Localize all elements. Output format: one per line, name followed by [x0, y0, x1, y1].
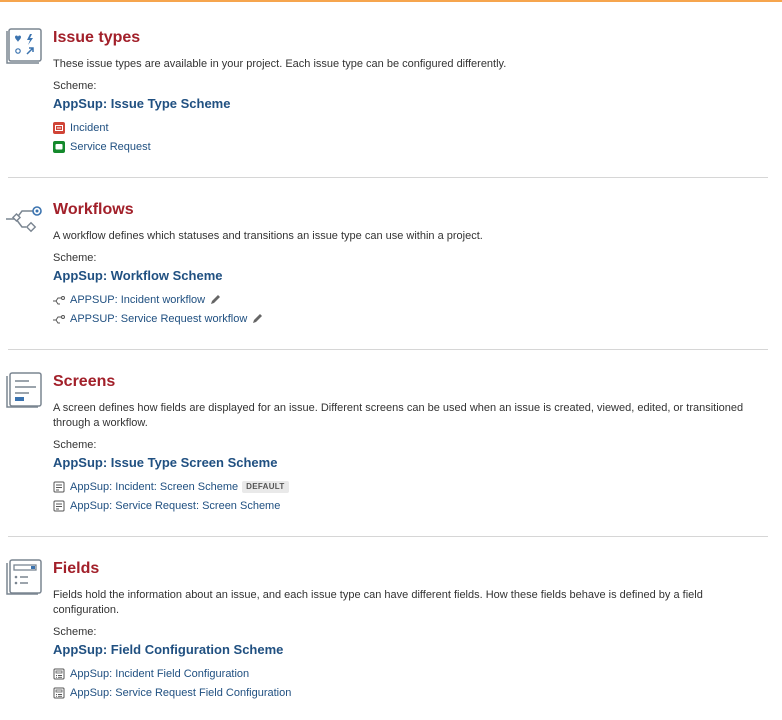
fields-icon — [4, 557, 44, 597]
field-configuration-small-icon — [53, 687, 65, 699]
screen-scheme-label[interactable]: AppSup: Incident: Screen Scheme — [70, 481, 238, 493]
workflow-icon — [4, 198, 44, 238]
field-configuration-item[interactable]: AppSup: Incident Field Configuration — [53, 664, 770, 683]
fields-description: Fields hold the information about an iss… — [53, 589, 703, 616]
issue-type-item-service-request[interactable]: Service Request — [53, 137, 770, 156]
default-badge: DEFAULT — [242, 480, 289, 493]
workflow-small-icon — [53, 294, 65, 306]
fields-title[interactable]: Fields — [53, 559, 770, 579]
screen-scheme-item[interactable]: AppSup: Service Request: Screen Scheme — [53, 496, 770, 515]
screen-small-icon — [53, 481, 65, 493]
issue-type-item-incident[interactable]: Incident — [53, 118, 770, 137]
screens-icon — [4, 370, 44, 410]
workflows-scheme-label: Scheme: — [53, 252, 97, 264]
screen-scheme-label[interactable]: AppSup: Service Request: Screen Scheme — [70, 500, 280, 512]
issue-type-scheme-link[interactable]: AppSup: Issue Type Scheme — [53, 95, 770, 112]
screens-scheme-label: Scheme: — [53, 439, 97, 451]
workflows-description: A workflow defines which statuses and tr… — [53, 230, 483, 242]
field-configuration-scheme-link[interactable]: AppSup: Field Configuration Scheme — [53, 641, 770, 658]
fields-scheme-label: Scheme: — [53, 626, 97, 638]
field-configuration-label[interactable]: AppSup: Incident Field Configuration — [70, 668, 249, 680]
issue-type-label[interactable]: Incident — [70, 122, 109, 134]
screen-scheme-item[interactable]: AppSup: Incident: Screen Scheme DEFAULT — [53, 477, 770, 496]
workflow-small-icon — [53, 313, 65, 325]
service-request-icon — [53, 140, 65, 153]
issue-types-title[interactable]: Issue types — [53, 28, 770, 48]
edit-pencil-icon[interactable] — [251, 313, 263, 325]
workflow-label[interactable]: APPSUP: Service Request workflow — [70, 313, 247, 325]
incident-icon — [53, 121, 65, 134]
issue-type-label[interactable]: Service Request — [70, 141, 151, 153]
section-divider — [8, 177, 768, 178]
workflow-item[interactable]: APPSUP: Service Request workflow — [53, 309, 770, 328]
section-divider — [8, 349, 768, 350]
screen-small-icon — [53, 500, 65, 512]
screens-title[interactable]: Screens — [53, 372, 770, 392]
issue-types-scheme-label: Scheme: — [53, 80, 97, 92]
issue-types-description: These issue types are available in your … — [53, 58, 507, 70]
screen-scheme-link[interactable]: AppSup: Issue Type Screen Scheme — [53, 454, 770, 471]
workflow-label[interactable]: APPSUP: Incident workflow — [70, 294, 205, 306]
field-configuration-item[interactable]: AppSup: Service Request Field Configurat… — [53, 683, 770, 702]
section-divider — [8, 536, 768, 537]
screens-description: A screen defines how fields are displaye… — [53, 402, 744, 429]
field-configuration-small-icon — [53, 668, 65, 680]
workflow-item[interactable]: APPSUP: Incident workflow — [53, 290, 770, 309]
edit-pencil-icon[interactable] — [209, 294, 221, 306]
workflow-scheme-link[interactable]: AppSup: Workflow Scheme — [53, 267, 770, 284]
issue-types-icon — [4, 26, 44, 66]
workflows-title[interactable]: Workflows — [53, 200, 770, 220]
field-configuration-label[interactable]: AppSup: Service Request Field Configurat… — [70, 687, 291, 699]
top-accent-bar — [0, 0, 782, 2]
